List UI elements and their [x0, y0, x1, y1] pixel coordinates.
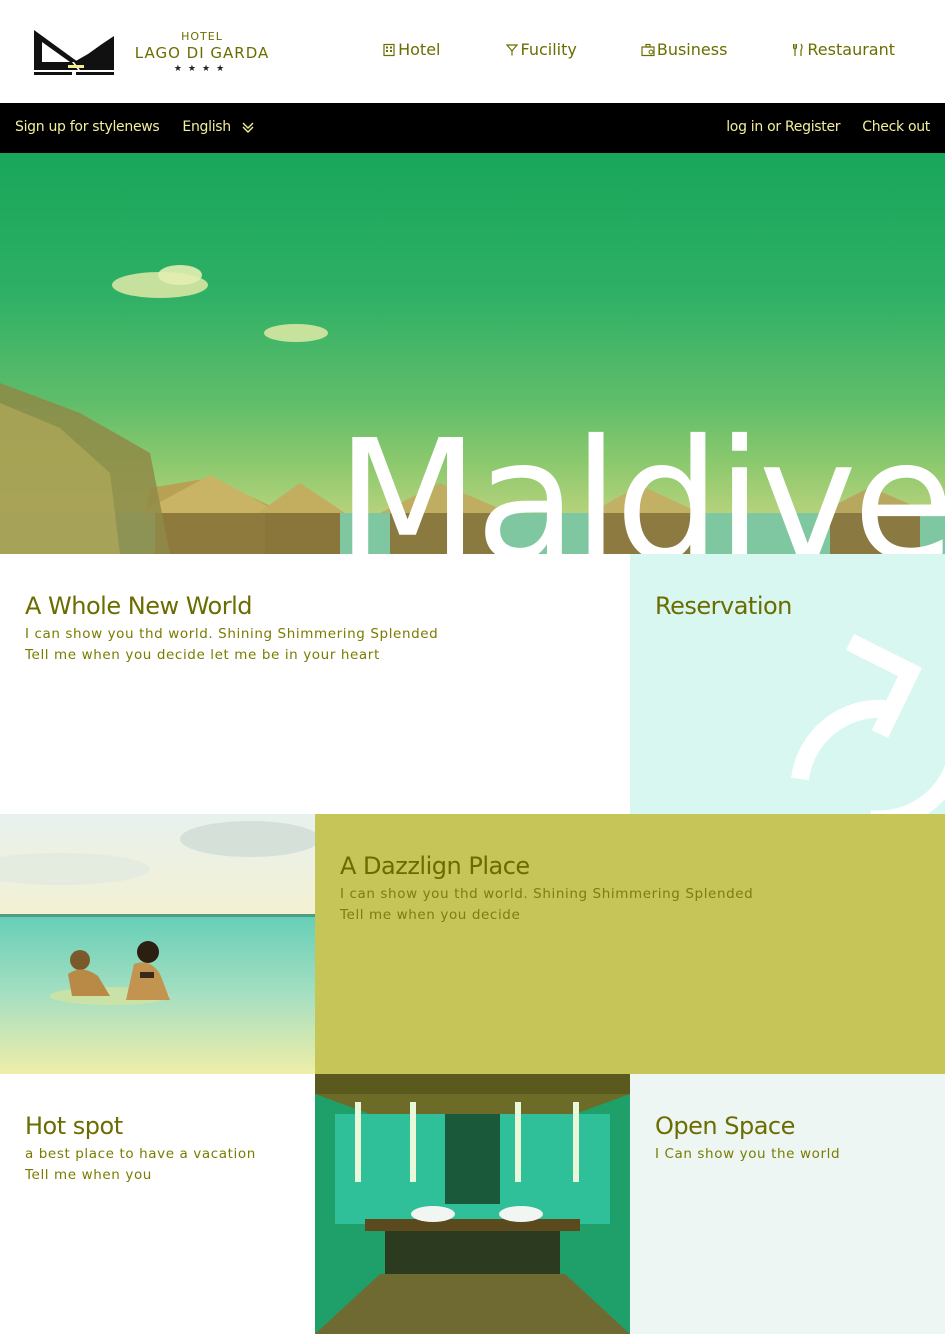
chevron-down-icon: [242, 122, 254, 133]
card-title: A Whole New World: [25, 592, 253, 620]
card-open-space[interactable]: Open Space I Can show you the world: [630, 1074, 945, 1334]
card-whole-new-world[interactable]: A Whole New World I can show you thd wor…: [0, 554, 630, 814]
bathroom-photo-image: [315, 1074, 630, 1334]
fork-knife-icon: [793, 43, 804, 56]
card-text-line: Tell me when you decide: [340, 907, 521, 923]
card-text-line: a best place to have a vacation: [25, 1146, 256, 1162]
main-nav: Hotel Fucility Business Restaurant: [382, 40, 895, 59]
site-header: HOTEL LAGO DI GARDA ★★★★ Hotel Fucility: [0, 0, 945, 103]
card-text-line: Tell me when you decide let me be in you…: [25, 647, 380, 663]
nav-label-business: Business: [656, 40, 728, 59]
card-title: A Dazzlign Place: [340, 852, 530, 880]
card-text-line: Tell me when you: [25, 1167, 152, 1183]
login-register-link[interactable]: log in or Register: [726, 119, 840, 135]
nav-item-restaurant[interactable]: Restaurant: [791, 40, 895, 59]
nav-label-restaurant: Restaurant: [807, 40, 895, 59]
hero-title: Maldives: [336, 405, 945, 555]
nav-item-hotel[interactable]: Hotel: [382, 40, 441, 59]
nav-item-business[interactable]: Business: [641, 40, 728, 59]
language-label: English: [182, 119, 231, 135]
refresh-arrow-icon: [791, 633, 945, 814]
hotel-logo[interactable]: HOTEL LAGO DI GARDA ★★★★: [32, 28, 272, 78]
nav-item-fucility[interactable]: Fucility: [505, 40, 577, 59]
card-title: Open Space: [655, 1112, 795, 1140]
logo-hotel-name: LAGO DI GARDA: [134, 44, 270, 62]
card-text-line: I can show you thd world. Shining Shimme…: [340, 886, 754, 902]
logo-mark-icon: [34, 30, 114, 75]
nav-label-fucility: Fucility: [520, 40, 577, 59]
card-title: Hot spot: [25, 1112, 123, 1140]
card-text-line: I Can show you the world: [655, 1146, 841, 1162]
card-text-line: I can show you thd world. Shining Shimme…: [25, 626, 439, 642]
hero-banner: Maldives: [0, 153, 945, 554]
reservation-tile[interactable]: Reservation: [630, 554, 945, 814]
signup-newsletter-link[interactable]: Sign up for stylenews: [15, 119, 160, 135]
utility-bar: Sign up for stylenews English log in or …: [0, 103, 945, 153]
beach-photo-image: [0, 814, 315, 1074]
checkout-link[interactable]: Check out: [862, 119, 930, 135]
language-selector[interactable]: English: [182, 119, 254, 135]
logo-stars: ★★★★: [173, 64, 231, 74]
cocktail-glass-icon: [505, 43, 518, 55]
building-icon: [383, 43, 395, 56]
logo-text: HOTEL LAGO DI GARDA ★★★★: [134, 30, 270, 74]
card-dazzling-place[interactable]: A Dazzlign Place I can show you thd worl…: [315, 814, 945, 1074]
nav-label-hotel: Hotel: [398, 40, 441, 59]
beach-couple-photo: [0, 814, 315, 1074]
logo-hotel-label: HOTEL: [181, 30, 223, 43]
briefcase-icon: [641, 43, 655, 56]
underwater-bathroom-photo: [315, 1074, 630, 1334]
card-hot-spot[interactable]: Hot spot a best place to have a vacation…: [0, 1074, 315, 1334]
